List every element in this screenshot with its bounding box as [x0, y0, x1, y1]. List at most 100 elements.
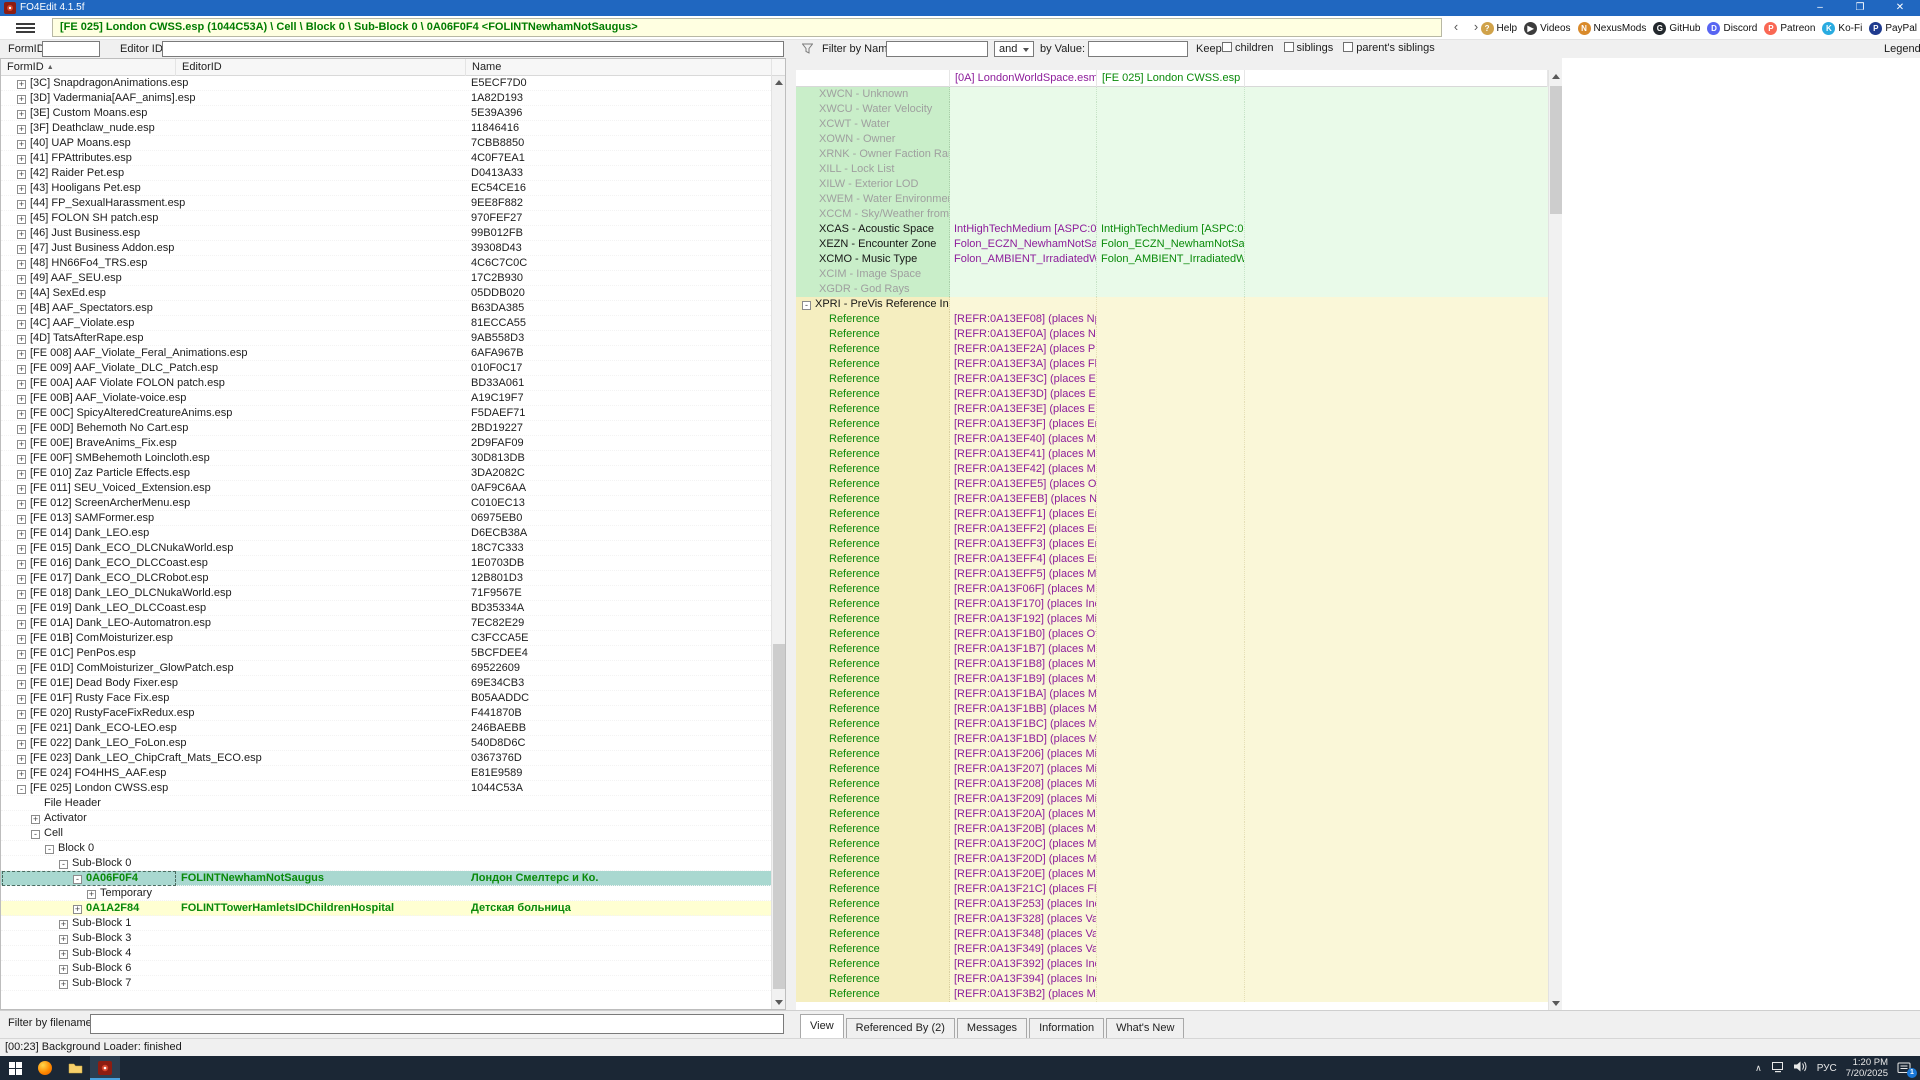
tree-row[interactable]: +[FE 01A] Dank_LEO-Automatron.esp 7EC82E…	[1, 616, 771, 631]
expander-icon[interactable]: +	[17, 590, 26, 599]
expander-icon[interactable]: +	[17, 560, 26, 569]
expander-icon[interactable]: +	[17, 530, 26, 539]
filename-filter-input[interactable]	[90, 1014, 784, 1034]
tree-row[interactable]: +Sub-Block 6	[1, 961, 771, 976]
tree-row[interactable]: +[FE 023] Dank_LEO_ChipCraft_Mats_ECO.es…	[1, 751, 771, 766]
tree-row[interactable]: +[FE 019] Dank_LEO_DLCCoast.esp BD35334A	[1, 601, 771, 616]
record-row[interactable]: Reference [REFR:0A13EF41] (places MistLa…	[796, 447, 1548, 462]
record-row[interactable]: Reference [REFR:0A13EF42] (places MistLa…	[796, 462, 1548, 477]
record-row[interactable]: Reference [REFR:0A13EF40] (places MistLa…	[796, 432, 1548, 447]
tree-row[interactable]: +[FE 01B] ComMoisturizer.esp C3FCCA5E	[1, 631, 771, 646]
tree-row[interactable]: +[4C] AAF_Violate.esp 81ECCA55	[1, 316, 771, 331]
tree-row[interactable]: +[FE 016] Dank_ECO_DLCCoast.esp 1E0703DB	[1, 556, 771, 571]
expander-icon[interactable]: +	[17, 80, 26, 89]
taskbar-app-fo4edit[interactable]	[90, 1056, 120, 1080]
expander-icon[interactable]: +	[17, 290, 26, 299]
nav-link-patreon[interactable]: P Patreon	[1764, 22, 1815, 35]
expander-icon[interactable]: -	[802, 301, 811, 310]
tree-row[interactable]: +[43] Hooligans Pet.esp EC54CE16	[1, 181, 771, 196]
record-row[interactable]: Reference [REFR:0A13F253] (places Indust…	[796, 897, 1548, 912]
record-row[interactable]: Reference [REFR:0A13EFEB] (places NpcBen…	[796, 492, 1548, 507]
nav-link-paypal[interactable]: P PayPal	[1869, 22, 1917, 35]
tree-row[interactable]: +[FE 009] AAF_Violate_DLC_Patch.esp 010F…	[1, 361, 771, 376]
record-row[interactable]: Reference [REFR:0A13EF2A] (places Prewar…	[796, 342, 1548, 357]
tree-row[interactable]: +0A1A2F84 FOLINTTowerHamletsIDChildrenHo…	[1, 901, 771, 916]
record-row[interactable]: Reference [REFR:0A13EFF4] (places Emerge…	[796, 552, 1548, 567]
tree-row[interactable]: +[FE 00B] AAF_Violate-voice.esp A19C19F7	[1, 391, 771, 406]
panel-splitter[interactable]	[786, 40, 796, 1010]
tree-row[interactable]: +[4B] AAF_Spectators.esp B63DA385	[1, 301, 771, 316]
column-header-name[interactable]: Name	[466, 59, 772, 76]
expander-icon[interactable]: +	[17, 170, 26, 179]
nav-link-videos[interactable]: ▶ Videos	[1524, 22, 1570, 35]
nav-link-nexusmods[interactable]: N NexusMods	[1578, 22, 1647, 35]
record-row[interactable]: Reference [REFR:0A13F208] (places MistLa…	[796, 777, 1548, 792]
tree-row[interactable]: +[FE 021] Dank_ECO-LEO.esp 246BAEBB	[1, 721, 771, 736]
expander-icon[interactable]: +	[17, 455, 26, 464]
record-row[interactable]: Reference [REFR:0A13F20E] (places MistLa…	[796, 867, 1548, 882]
expander-icon[interactable]: +	[17, 245, 26, 254]
tree-row[interactable]: +[4A] SexEd.esp 05DDB020	[1, 286, 771, 301]
tree-row[interactable]: +[3E] Custom Moans.esp 5E39A396	[1, 106, 771, 121]
expander-icon[interactable]: +	[17, 275, 26, 284]
tree-row[interactable]: +[FE 020] RustyFaceFixRedux.esp F441870B	[1, 706, 771, 721]
expander-icon[interactable]: +	[17, 155, 26, 164]
record-row[interactable]: Reference [REFR:0A13F349] (places Valve …	[796, 942, 1548, 957]
tree-row[interactable]: +[45] FOLON SH patch.esp 970FEF27	[1, 211, 771, 226]
record-row[interactable]: XWCN - Unknown	[796, 87, 1548, 102]
record-row[interactable]: Reference [REFR:0A13F1BD] (places MistLa…	[796, 732, 1548, 747]
tree-row[interactable]: -[FE 025] London CWSS.esp 1044C53A	[1, 781, 771, 796]
tree-row[interactable]: +[FE 014] Dank_LEO.esp D6ECB38A	[1, 526, 771, 541]
expander-icon[interactable]: +	[87, 890, 96, 899]
tree-row[interactable]: -0A06F0F4 FOLINTNewhamNotSaugus Лондон С…	[1, 871, 771, 886]
record-row[interactable]: Reference [REFR:0A13EFF3] (places Emerge…	[796, 537, 1548, 552]
expander-icon[interactable]: +	[17, 605, 26, 614]
record-row[interactable]: Reference [REFR:0A13F1B9] (places MistLa…	[796, 672, 1548, 687]
expander-icon[interactable]: +	[59, 965, 68, 974]
expander-icon[interactable]: +	[17, 410, 26, 419]
expander-icon[interactable]: +	[59, 935, 68, 944]
record-row[interactable]: Reference [REFR:0A13F1BB] (places MistLa…	[796, 702, 1548, 717]
formid-input[interactable]	[42, 41, 100, 57]
record-row[interactable]: -XPRI - PreVis Reference Inde…	[796, 297, 1548, 312]
expander-icon[interactable]: +	[17, 365, 26, 374]
record-row[interactable]: Reference [REFR:0A13F20B] (places MistLa…	[796, 822, 1548, 837]
minimize-button[interactable]: –	[1800, 0, 1840, 16]
expander-icon[interactable]: +	[17, 620, 26, 629]
expander-icon[interactable]: +	[31, 815, 40, 824]
record-row[interactable]: Reference [REFR:0A13F394] (places Indust…	[796, 972, 1548, 987]
record-row[interactable]: Reference [REFR:0A13F207] (places MistLa…	[796, 762, 1548, 777]
scroll-up-icon[interactable]	[1552, 74, 1560, 79]
scroll-up-icon[interactable]	[775, 80, 783, 85]
tree-row[interactable]: +[3C] SnapdragonAnimations.esp E5ECF7D0	[1, 76, 771, 91]
tree-row[interactable]: +[3F] Deathclaw_nude.esp 11846416	[1, 121, 771, 136]
notification-icon[interactable]: 1	[1897, 1062, 1912, 1075]
tree-row[interactable]: -Cell	[1, 826, 771, 841]
record-row[interactable]: XCAS - Acoustic Space IntHighTechMedium …	[796, 222, 1548, 237]
record-row[interactable]: Reference [REFR:0A13F209] (places MistLa…	[796, 792, 1548, 807]
expander-icon[interactable]: -	[59, 860, 68, 869]
record-row[interactable]: Reference [REFR:0A13F20A] (places MistLa…	[796, 807, 1548, 822]
maximize-button[interactable]: ❐	[1840, 0, 1880, 16]
expander-icon[interactable]: -	[17, 785, 26, 794]
tree-row[interactable]: +[46] Just Business.esp 99B012FB	[1, 226, 771, 241]
expander-icon[interactable]: +	[17, 515, 26, 524]
record-row[interactable]: Reference [REFR:0A13F06F] (places MistLa…	[796, 582, 1548, 597]
tree-row[interactable]: +[FE 00F] SMBehemoth Loincloth.esp 30D81…	[1, 451, 771, 466]
expander-icon[interactable]: +	[17, 680, 26, 689]
record-row[interactable]: Reference [REFR:0A13EF3E] (places Emerge…	[796, 402, 1548, 417]
record-row[interactable]: XWEM - Water Environment …	[796, 192, 1548, 207]
record-row[interactable]: Reference [REFR:0A13EF3F] (places Emerge…	[796, 417, 1548, 432]
column-header-formid[interactable]: FormID ▲	[1, 59, 176, 76]
tree-row[interactable]: +[3D] Vadermania[AAF_anims].esp 1A82D193	[1, 91, 771, 106]
keep-checkbox-children[interactable]: children	[1222, 42, 1274, 54]
taskbar-app-firefox[interactable]	[30, 1056, 60, 1080]
volume-icon[interactable]	[1794, 1061, 1808, 1075]
expander-icon[interactable]: +	[17, 335, 26, 344]
record-row[interactable]: XRNK - Owner Faction Rank	[796, 147, 1548, 162]
expander-icon[interactable]: +	[17, 650, 26, 659]
record-table-scrollbar[interactable]	[1548, 70, 1562, 1010]
tree-row[interactable]: +[FE 01D] ComMoisturizer_GlowPatch.esp 6…	[1, 661, 771, 676]
legend-link[interactable]: Legend	[1884, 43, 1920, 55]
expander-icon[interactable]: +	[17, 710, 26, 719]
